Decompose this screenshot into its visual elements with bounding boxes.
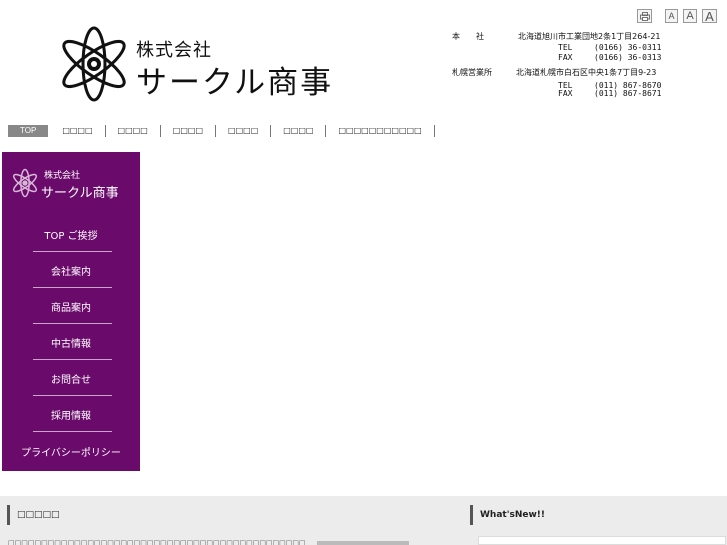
sidebar-menu: TOP ご挨拶 会社案内 商品案内 中古情報 お問合せ 採用情報 プライバシーポ… (2, 216, 140, 470)
news-list (478, 536, 726, 545)
fax-number: (0166) 36-0313 (594, 53, 662, 62)
atom-logo-icon (62, 26, 126, 102)
font-small-button[interactable]: A (665, 9, 678, 23)
section-heading-left: □□□□□ (7, 505, 60, 525)
top-nav: TOP □□□□ □□□□ □□□□ □□□□ □□□□ □□□□□□□□□□□ (8, 125, 435, 137)
section-title: □□□□□ (17, 510, 60, 520)
section-heading-news: What'sNew!! (470, 505, 545, 525)
font-medium-button[interactable]: A (683, 9, 697, 23)
office-fax: FAX (0166) 36-0313 (558, 53, 661, 63)
heading-bar (7, 505, 10, 525)
print-button[interactable] (637, 9, 652, 23)
nav-item[interactable]: □□□□ (271, 125, 327, 137)
font-large-button[interactable]: A (702, 9, 717, 23)
office-name: 札幌営業所 (452, 68, 492, 77)
sidebar-item-privacy[interactable]: プライバシーポリシー (2, 432, 140, 470)
atom-logo-icon (12, 168, 38, 198)
sidebar: 株式会社 サークル商事 TOP ご挨拶 会社案内 商品案内 中古情報 お問合せ … (2, 152, 140, 471)
fax-label: FAX (558, 53, 573, 62)
heading-bar (470, 505, 473, 525)
nav-item[interactable]: □□□□ (106, 125, 161, 137)
office-tel: TEL (0166) 36-0311 (558, 43, 661, 53)
sidebar-item-greeting[interactable]: TOP ご挨拶 (2, 216, 140, 252)
sidebar-logo[interactable]: 株式会社 サークル商事 (10, 166, 135, 201)
section-text: □□□□□□□□□□□□□□□□□□□□□□□□□□□□□□□□□□□□□□□□… (8, 539, 306, 545)
sidebar-logo-prefix: 株式会社 (44, 171, 81, 181)
sidebar-logo-name: サークル商事 (41, 186, 119, 201)
sidebar-item-recruit[interactable]: 採用情報 (2, 396, 140, 432)
company-logo[interactable]: 株式会社 サークル商事 (56, 24, 346, 104)
fax-number: (011) 867-8671 (594, 89, 662, 98)
fax-label: FAX (558, 89, 573, 98)
nav-item[interactable]: □□□□ (216, 125, 272, 137)
logo-company-name: サークル商事 (136, 65, 334, 101)
sidebar-item-contact[interactable]: お問合せ (2, 360, 140, 396)
office-address: 北海道札幌市白石区中央1条7丁目9-23 (516, 68, 657, 77)
tel-label: TEL (558, 43, 573, 52)
tel-number: (0166) 36-0311 (594, 43, 662, 52)
nav-item[interactable]: □□□□□□□□□□□ (326, 125, 435, 137)
office-fax: FAX (011) 867-8671 (558, 89, 661, 99)
office-address: 北海道旭川市工業団地2条1丁目264-21 (518, 32, 661, 41)
section-image (317, 541, 409, 545)
nav-item[interactable]: □□□□ (161, 125, 217, 137)
font-size-controls: A A A (637, 9, 717, 23)
sidebar-item-company[interactable]: 会社案内 (2, 252, 140, 288)
nav-item-top[interactable]: TOP (8, 125, 49, 137)
office-name: 本 社 (452, 32, 484, 41)
sidebar-item-products[interactable]: 商品案内 (2, 288, 140, 324)
nav-item[interactable]: □□□□ (58, 125, 106, 137)
printer-icon (639, 11, 650, 21)
sidebar-item-used[interactable]: 中古情報 (2, 324, 140, 360)
section-title: What'sNew!! (480, 510, 545, 520)
